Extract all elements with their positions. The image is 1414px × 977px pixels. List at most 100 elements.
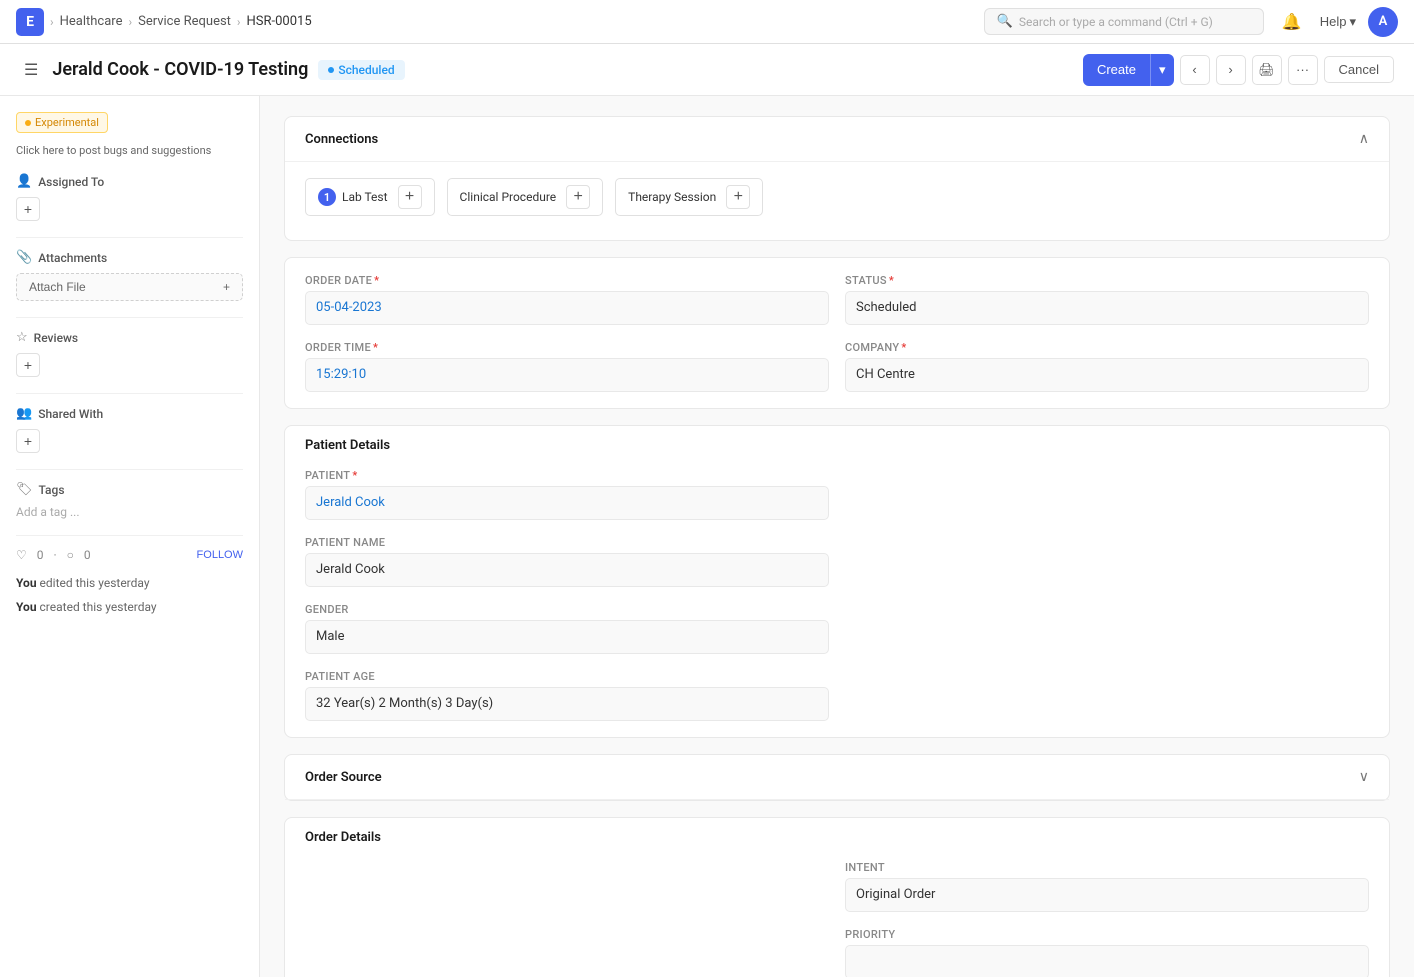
- gender-value: Male: [305, 620, 829, 654]
- dot-separator: ·: [54, 548, 57, 562]
- priority-value: [845, 945, 1369, 977]
- top-nav: E › Healthcare › Service Request › HSR-0…: [0, 0, 1414, 44]
- connections-header: Connections ∧: [285, 117, 1389, 162]
- bug-link[interactable]: Click here to post bugs and suggestions: [16, 143, 243, 158]
- shared-with-section: 👥 Shared With +: [16, 406, 243, 453]
- assigned-to-label: Assigned To: [38, 175, 104, 189]
- lab-test-tab[interactable]: 1 Lab Test +: [305, 178, 435, 216]
- activity-2: You created this yesterday: [16, 598, 243, 616]
- order-info-section: Order Date* 05-04-2023 Status* Scheduled…: [284, 257, 1390, 409]
- intent-label: Intent: [845, 861, 1369, 874]
- order-source-title: Order Source: [305, 770, 382, 785]
- connections-collapse-icon[interactable]: ∧: [1359, 131, 1369, 147]
- divider-4: [16, 469, 243, 470]
- status-field-label: Status*: [845, 274, 1369, 287]
- add-lab-test-button[interactable]: +: [398, 185, 422, 209]
- add-therapy-session-button[interactable]: +: [726, 185, 750, 209]
- notifications-button[interactable]: 🔔: [1276, 6, 1308, 38]
- patient-value: Jerald Cook: [305, 486, 829, 520]
- company-group: Company* CH Centre: [845, 341, 1369, 392]
- order-details-body: Intent Original Order Priority: [285, 845, 1389, 977]
- create-button-label: Create: [1083, 62, 1150, 77]
- patient-label: Patient*: [305, 469, 829, 482]
- connections-title: Connections: [305, 132, 378, 147]
- page-title: Jerald Cook - COVID-19 Testing: [52, 59, 308, 80]
- top-nav-right: 🔍 Search or type a command (Ctrl + G) 🔔 …: [984, 6, 1398, 38]
- lab-test-label: Lab Test: [342, 190, 388, 204]
- breadcrumb-sep-2: ›: [128, 15, 132, 29]
- add-review-button[interactable]: +: [16, 353, 40, 377]
- page-header-right: Create ▾ ‹ › 🖨 ··· Cancel: [1083, 54, 1394, 86]
- add-shared-with-button[interactable]: +: [16, 429, 40, 453]
- prev-record-button[interactable]: ‹: [1180, 55, 1210, 85]
- more-options-button[interactable]: ···: [1288, 55, 1318, 85]
- intent-value: Original Order: [845, 878, 1369, 912]
- heart-icon: ♡: [16, 548, 27, 562]
- breadcrumb-service-request[interactable]: Service Request: [138, 14, 231, 29]
- therapy-session-tab[interactable]: Therapy Session +: [615, 178, 763, 216]
- order-info-body: Order Date* 05-04-2023 Status* Scheduled…: [285, 258, 1389, 408]
- search-icon: 🔍: [997, 14, 1013, 29]
- cancel-button[interactable]: Cancel: [1324, 56, 1394, 83]
- add-clinical-procedure-button[interactable]: +: [566, 185, 590, 209]
- status-badge: Scheduled: [318, 60, 404, 80]
- next-record-button[interactable]: ›: [1216, 55, 1246, 85]
- comments-count: 0: [84, 548, 91, 562]
- connections-body: 1 Lab Test + Clinical Procedure + Therap…: [285, 162, 1389, 240]
- patient-age-group: Patient Age 32 Year(s) 2 Month(s) 3 Day(…: [305, 670, 829, 721]
- create-dropdown-arrow[interactable]: ▾: [1151, 62, 1174, 78]
- main-layout: Experimental Click here to post bugs and…: [0, 96, 1414, 977]
- search-bar[interactable]: 🔍 Search or type a command (Ctrl + G): [984, 8, 1264, 35]
- order-date-label: Order Date*: [305, 274, 829, 287]
- reviews-header: ☆ Reviews: [16, 330, 243, 345]
- order-date-group: Order Date* 05-04-2023: [305, 274, 829, 325]
- create-button[interactable]: Create ▾: [1083, 54, 1174, 86]
- status-dot: [328, 67, 334, 73]
- help-button[interactable]: Help ▾: [1320, 14, 1356, 30]
- app-logo: E: [16, 8, 44, 36]
- reviews-label: Reviews: [34, 331, 78, 345]
- person-icon: 👤: [16, 174, 32, 189]
- order-time-group: Order Time* 15:29:10: [305, 341, 829, 392]
- company-value: CH Centre: [845, 358, 1369, 392]
- comment-icon: ○: [67, 548, 74, 562]
- intent-group: Intent Original Order: [845, 861, 1369, 912]
- add-assigned-to-button[interactable]: +: [16, 197, 40, 221]
- tag-icon: 🏷: [16, 482, 33, 497]
- breadcrumb-healthcare[interactable]: Healthcare: [60, 14, 123, 29]
- order-time-value: 15:29:10: [305, 358, 829, 392]
- attach-file-label: Attach File: [29, 280, 86, 294]
- patient-group: Patient* Jerald Cook: [305, 469, 829, 520]
- patient-age-label: Patient Age: [305, 670, 829, 683]
- breadcrumb-current: HSR-00015: [247, 14, 312, 29]
- likes-count: 0: [37, 548, 44, 562]
- experimental-label: Experimental: [35, 116, 99, 129]
- patient-name-label: Patient Name: [305, 536, 829, 549]
- order-details-form-grid: Intent Original Order Priority: [305, 861, 1369, 977]
- patient-form-grid: Patient* Jerald Cook Patient Name Jerald…: [305, 469, 1369, 721]
- attach-file-plus-icon: +: [223, 280, 230, 294]
- hamburger-button[interactable]: ☰: [20, 56, 42, 84]
- shared-with-header: 👥 Shared With: [16, 406, 243, 421]
- gender-group: Gender Male: [305, 603, 829, 654]
- patient-name-value: Jerald Cook: [305, 553, 829, 587]
- priority-group: Priority: [845, 928, 1369, 977]
- divider-1: [16, 237, 243, 238]
- clinical-procedure-tab[interactable]: Clinical Procedure +: [447, 178, 604, 216]
- help-chevron-icon: ▾: [1349, 14, 1356, 30]
- lab-test-badge: 1: [318, 188, 336, 206]
- print-button[interactable]: 🖨: [1252, 55, 1282, 85]
- divider-3: [16, 393, 243, 394]
- status-label: Scheduled: [338, 63, 394, 77]
- divider-2: [16, 317, 243, 318]
- attach-file-button[interactable]: Attach File +: [16, 273, 243, 301]
- order-date-value: 05-04-2023: [305, 291, 829, 325]
- company-label: Company*: [845, 341, 1369, 354]
- tag-input[interactable]: Add a tag ...: [16, 505, 243, 519]
- order-source-collapse-icon[interactable]: ∨: [1359, 769, 1369, 785]
- content-area: Connections ∧ 1 Lab Test + Clinical Proc…: [260, 96, 1414, 977]
- patient-details-section: Patient Details Patient* Jerald Cook Pat…: [284, 425, 1390, 738]
- follow-button[interactable]: FOLLOW: [197, 549, 243, 561]
- shared-with-label: Shared With: [38, 407, 103, 421]
- status-field-value: Scheduled: [845, 291, 1369, 325]
